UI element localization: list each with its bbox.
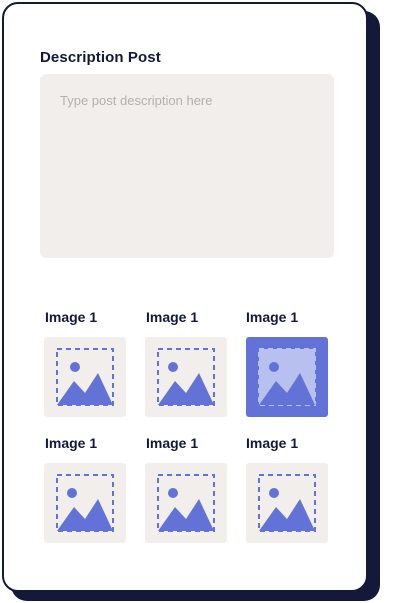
image-slot-4[interactable] bbox=[44, 463, 126, 543]
image-slot-1[interactable] bbox=[44, 337, 126, 417]
image-placeholder-icon bbox=[258, 348, 316, 406]
image-slot-5[interactable] bbox=[145, 463, 227, 543]
image-label: Image 1 bbox=[45, 435, 98, 451]
image-slot-2[interactable] bbox=[145, 337, 227, 417]
image-label: Image 1 bbox=[246, 435, 299, 451]
image-placeholder-icon bbox=[157, 348, 215, 406]
image-label: Image 1 bbox=[45, 309, 98, 325]
image-label: Image 1 bbox=[246, 309, 299, 325]
description-label: Description Post bbox=[40, 49, 161, 66]
image-slot-6[interactable] bbox=[246, 463, 328, 543]
post-form-screen: Description Post Image 1 Image 1 Image 1… bbox=[0, 0, 409, 603]
image-label: Image 1 bbox=[146, 309, 199, 325]
image-label: Image 1 bbox=[146, 435, 199, 451]
description-field-container[interactable] bbox=[40, 74, 334, 258]
image-placeholder-icon bbox=[56, 348, 114, 406]
image-placeholder-icon bbox=[56, 474, 114, 532]
image-placeholder-icon bbox=[157, 474, 215, 532]
description-input[interactable] bbox=[60, 93, 314, 239]
image-placeholder-icon bbox=[258, 474, 316, 532]
image-slot-3-selected[interactable] bbox=[246, 337, 328, 417]
